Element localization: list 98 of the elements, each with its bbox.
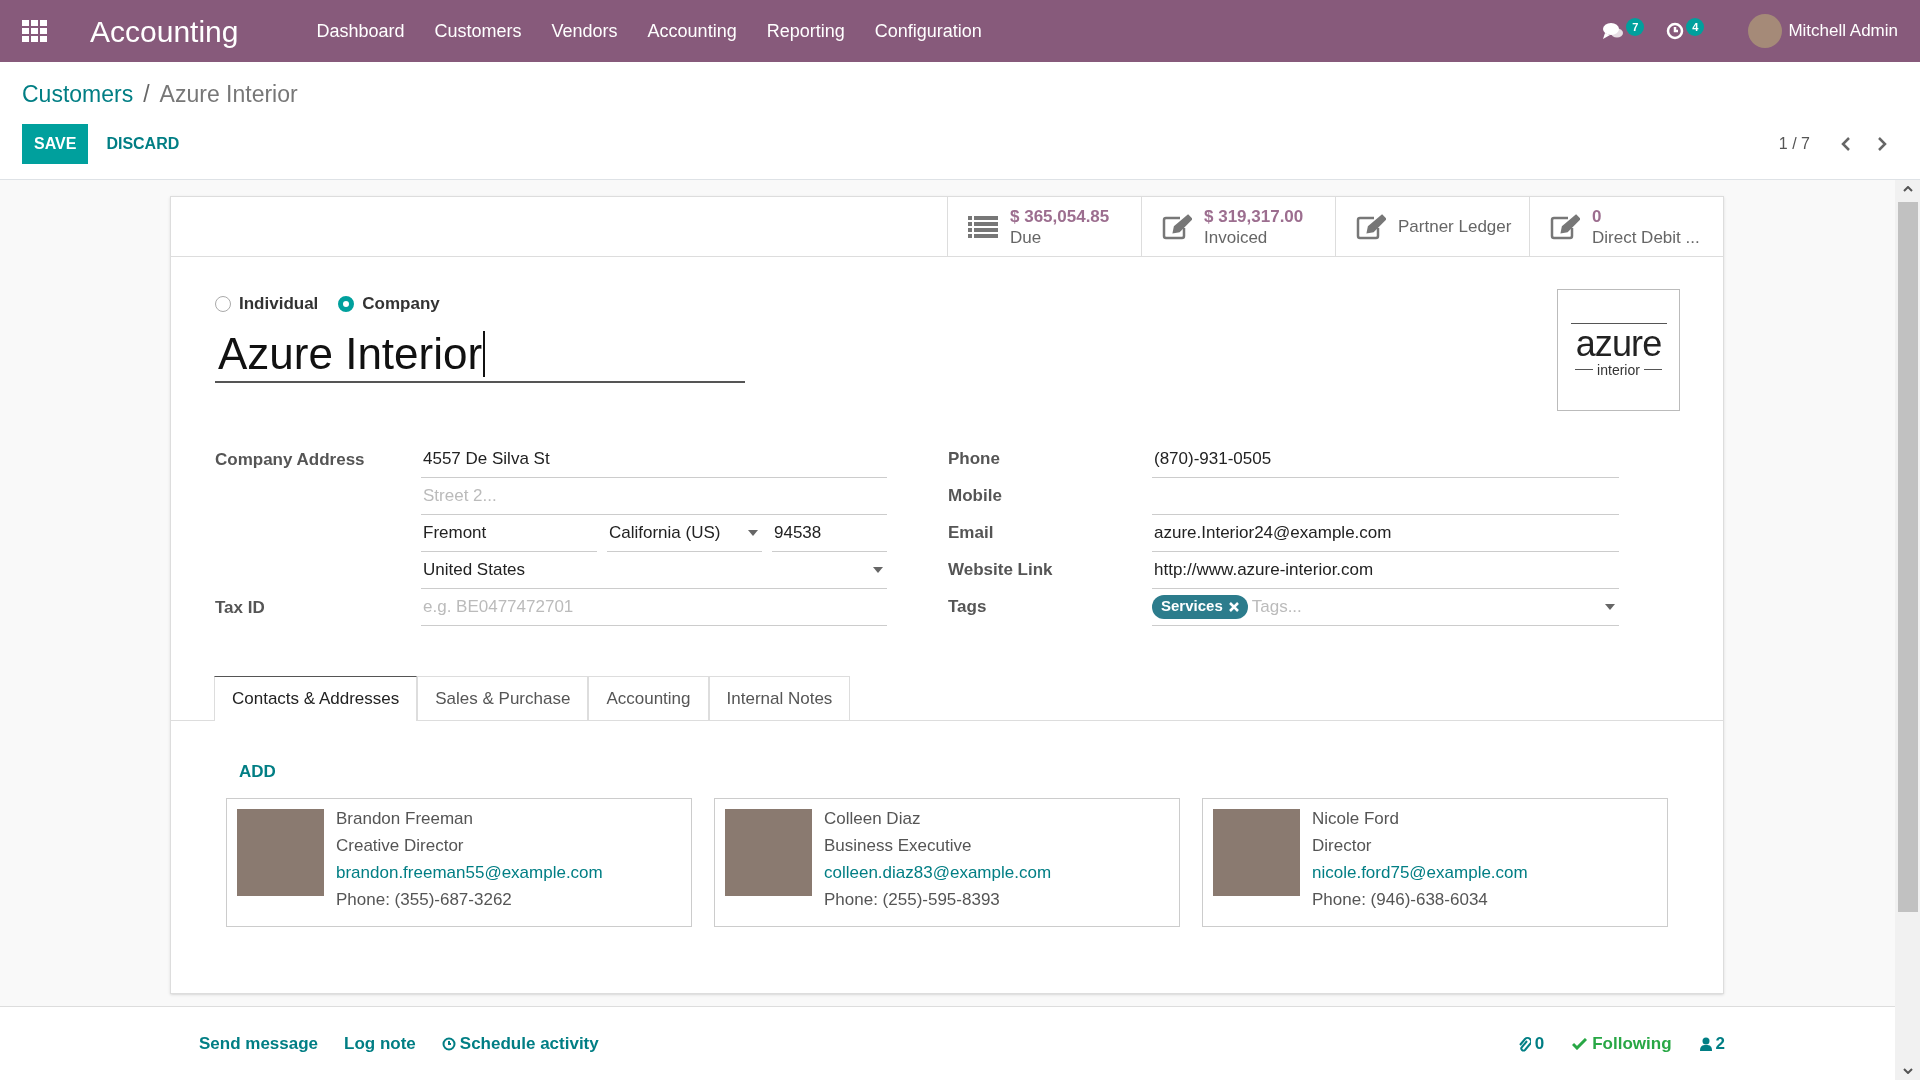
tag-chip: Services <box>1152 594 1248 619</box>
remove-icon <box>1228 601 1239 612</box>
menu-item[interactable]: Vendors <box>551 17 618 45</box>
contact-role: Business Executive <box>824 835 973 857</box>
field-label: Tags <box>948 596 988 619</box>
tab[interactable]: Accounting <box>588 675 709 721</box>
contact-name: Brandon Freeman <box>336 808 475 830</box>
contact-phone: Phone: (355)-687-3262 <box>336 889 513 911</box>
tags-input[interactable]: Services Tags... <box>1152 588 1619 626</box>
scroll-up-icon <box>1902 186 1913 192</box>
stat-label: Partner Ledger <box>1398 216 1512 237</box>
field-label: Phone <box>948 448 1001 471</box>
stat-button[interactable]: 0 Direct Debit ... <box>1529 197 1723 256</box>
contact-name: Colleen Diaz <box>824 808 922 830</box>
zip-input[interactable]: 94538 <box>772 514 887 552</box>
menu-item[interactable]: Customers <box>434 17 522 45</box>
stat-label: Direct Debit ... <box>1592 226 1700 248</box>
edit-icon <box>1162 213 1192 240</box>
contact-card[interactable]: Brandon Freeman Creative Director brandon.freeman55@example.com Phone: (355)-687-3262 <box>226 798 692 927</box>
edit-icon <box>1356 213 1386 240</box>
count-badge: 4 <box>1686 18 1705 36</box>
tab[interactable]: Internal Notes <box>708 675 851 721</box>
discard-button[interactable]: DISCARD <box>88 124 198 164</box>
contact-name: Nicole Ford <box>1312 808 1400 830</box>
next-icon <box>1876 136 1888 152</box>
stat-value: 0 <box>1592 205 1603 227</box>
attachments-button[interactable]: 0 <box>1516 1030 1545 1057</box>
radio-label: Company <box>362 293 440 315</box>
field-label: Company Address <box>215 448 366 471</box>
text-cursor <box>483 330 486 377</box>
clock-icon <box>441 1036 456 1051</box>
field-label: Tax ID <box>215 596 266 619</box>
contact-role: Director <box>1312 835 1373 857</box>
contact-card[interactable]: Colleen Diaz Business Executive colleen.diaz83@example.com Phone: (255)-595-8393 <box>714 798 1180 927</box>
breadcrumb-current: Azure Interior <box>159 79 298 109</box>
following-button[interactable]: Following <box>1572 1030 1672 1057</box>
radio-button[interactable] <box>338 295 355 312</box>
contact-phone: Phone: (946)-638-6034 <box>1312 889 1489 911</box>
contact-phone: Phone: (255)-595-8393 <box>824 889 1001 911</box>
log-note-button[interactable]: Log note <box>344 1030 416 1057</box>
edit-icon <box>1550 213 1580 240</box>
email-link[interactable]: colleen.diaz83@example.com <box>824 859 1052 886</box>
menu-item[interactable]: Accounting <box>647 17 737 45</box>
add-button[interactable]: ADD <box>239 758 276 784</box>
stat-label: Invoiced <box>1204 226 1269 248</box>
email-link[interactable]: brandon.freeman55@example.com <box>336 859 603 886</box>
check-icon <box>1572 1037 1588 1050</box>
radio-label: Individual <box>239 293 319 315</box>
menu-item[interactable]: Dashboard <box>316 17 405 45</box>
count-badge: 7 <box>1626 18 1645 36</box>
caret-icon <box>873 566 883 573</box>
breadcrumb-separator: / <box>143 79 150 109</box>
contact-card[interactable]: Nicole Ford Director nicole.ford75@example.com Phone: (946)-638-6034 <box>1202 798 1668 927</box>
state-select[interactable]: California (US) <box>607 514 762 552</box>
app-title: Accounting <box>90 13 239 50</box>
text-input[interactable]: http://www.azure-interior.com <box>1152 551 1619 589</box>
contact-role: Creative Director <box>336 835 465 857</box>
stat-button[interactable]: Partner Ledger <box>1335 197 1529 256</box>
caret-icon <box>748 529 758 536</box>
radio-button[interactable] <box>215 295 231 312</box>
stat-button[interactable]: $ 319,317.00 Invoiced <box>1141 197 1335 256</box>
street-input[interactable]: 4557 De Silva St <box>421 440 887 478</box>
list-icon <box>968 214 998 239</box>
stat-label: Due <box>1010 226 1043 248</box>
field-label: Website Link <box>948 559 1054 582</box>
email-link[interactable]: nicole.ford75@example.com <box>1312 859 1528 886</box>
tab[interactable]: Contacts & Addresses <box>214 675 418 721</box>
field-label: Mobile <box>948 485 1003 508</box>
user-name[interactable]: Mitchell Admin <box>1788 18 1898 44</box>
stat-value: $ 319,317.00 <box>1204 205 1304 227</box>
previous-icon <box>1840 136 1852 152</box>
menu-item[interactable]: Reporting <box>766 17 845 45</box>
stat-value: $ 365,054.85 <box>1010 205 1110 227</box>
country-select[interactable]: United States <box>421 551 887 589</box>
breadcrumb-link[interactable]: Customers <box>22 76 134 112</box>
text-input[interactable]: (870)-931-0505 <box>1152 440 1619 478</box>
field-label: Email <box>948 522 995 545</box>
scrollbar[interactable] <box>1895 180 1920 1080</box>
logo-word: azure <box>1575 325 1662 362</box>
save-button[interactable]: SAVE <box>22 124 89 164</box>
avatar <box>1748 14 1783 48</box>
apps-menu-icon <box>22 20 48 42</box>
schedule-activity-button[interactable]: Schedule activity <box>441 1030 599 1057</box>
pager: 1 / 7 <box>1778 134 1810 154</box>
send-message-button[interactable]: Send message <box>199 1030 319 1057</box>
caret-icon <box>1605 603 1615 610</box>
scrollbar-thumb[interactable] <box>1897 202 1918 912</box>
city-input[interactable]: Fremont <box>421 514 597 552</box>
menu-item[interactable]: Configuration <box>874 17 982 45</box>
tab[interactable]: Sales & Purchase <box>417 675 589 721</box>
person-icon <box>1699 1036 1712 1051</box>
name-input[interactable]: Azure Interior <box>215 326 745 383</box>
logo-subtitle: interior <box>1597 361 1640 378</box>
paperclip-icon <box>1516 1035 1531 1052</box>
followers-button[interactable]: 2 <box>1699 1030 1725 1057</box>
scroll-down-icon <box>1902 1068 1913 1074</box>
text-input[interactable]: azure.Interior24@example.com <box>1152 514 1619 552</box>
stat-button[interactable]: $ 365,054.85 Due <box>947 197 1141 256</box>
